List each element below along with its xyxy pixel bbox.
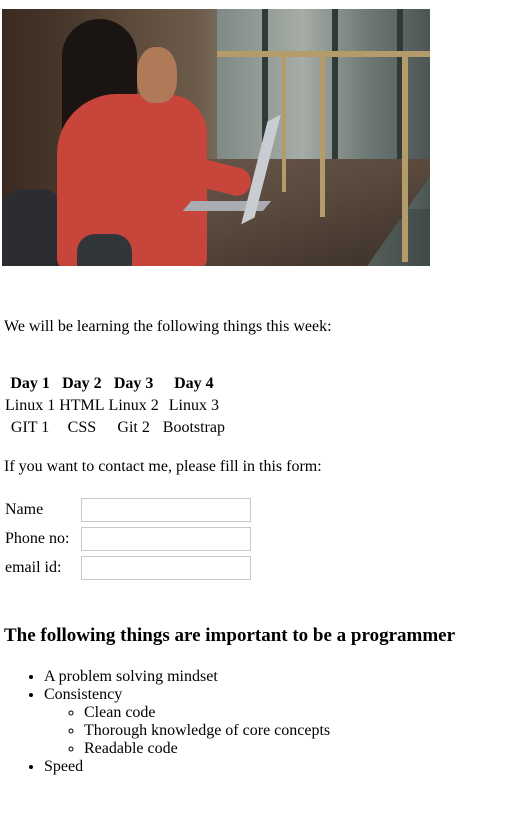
name-label: Name	[5, 500, 44, 518]
chair	[77, 234, 132, 266]
table-cell: GIT 1	[10, 419, 50, 436]
hero-image	[2, 9, 430, 266]
intro-text: We will be learning the following things…	[4, 318, 332, 335]
sub-list-item: Thorough knowledge of core concepts	[84, 722, 330, 740]
list-item-label: Consistency	[44, 686, 123, 703]
table-cell: CSS	[67, 419, 97, 436]
person-face	[137, 47, 177, 103]
schedule-table: Day 1 Day 2 Day 3 Day 4 Linux 1 HTML Lin…	[2, 372, 228, 440]
table-cell: Linux 2	[108, 397, 159, 414]
email-field-cell	[80, 554, 252, 581]
phone-input[interactable]	[81, 526, 251, 551]
table-header-cell: Day 2	[62, 375, 102, 392]
desk-leg	[282, 57, 286, 192]
form-row-name: Name	[4, 496, 252, 523]
table-cell: HTML	[59, 397, 105, 414]
table-header-cell: Day 4	[174, 375, 214, 392]
table-cell: Linux 1	[5, 397, 56, 414]
phone-label: Phone no:	[5, 529, 70, 547]
sub-list-item: Clean code	[84, 704, 330, 722]
chair	[2, 189, 62, 266]
table-cell: Linux 3	[168, 397, 219, 414]
table-header-cell: Day 1	[10, 375, 50, 392]
form-row-email: email id:	[4, 554, 252, 581]
desk-leg	[320, 57, 325, 217]
list-item: Speed	[44, 758, 330, 776]
name-field-cell	[80, 496, 252, 523]
table-header-row: Day 1 Day 2 Day 3 Day 4	[4, 374, 226, 394]
important-heading: The following things are important to be…	[4, 625, 456, 646]
table-row: Linux 1 HTML Linux 2 Linux 3	[4, 396, 226, 416]
form-row-phone: Phone no:	[4, 525, 252, 552]
email-label: email id:	[5, 558, 62, 576]
name-input[interactable]	[81, 497, 251, 522]
list-item: A problem solving mindset	[44, 668, 330, 686]
desk-leg	[402, 57, 408, 262]
table-row: GIT 1 CSS Git 2 Bootstrap	[4, 418, 226, 438]
sub-list-item: Readable code	[84, 740, 330, 758]
list-item: Consistency Clean code Thorough knowledg…	[44, 686, 330, 758]
sub-list: Clean code Thorough knowledge of core co…	[44, 704, 330, 758]
contact-prompt: If you want to contact me, please fill i…	[4, 458, 322, 475]
phone-field-cell	[80, 525, 252, 552]
important-list: A problem solving mindset Consistency Cl…	[4, 668, 330, 776]
table-cell: Bootstrap	[162, 419, 225, 436]
table-header-cell: Day 3	[113, 375, 154, 392]
contact-form: Name Phone no: email id:	[2, 494, 254, 583]
table-cell: Git 2	[117, 419, 150, 436]
email-input[interactable]	[81, 555, 251, 580]
